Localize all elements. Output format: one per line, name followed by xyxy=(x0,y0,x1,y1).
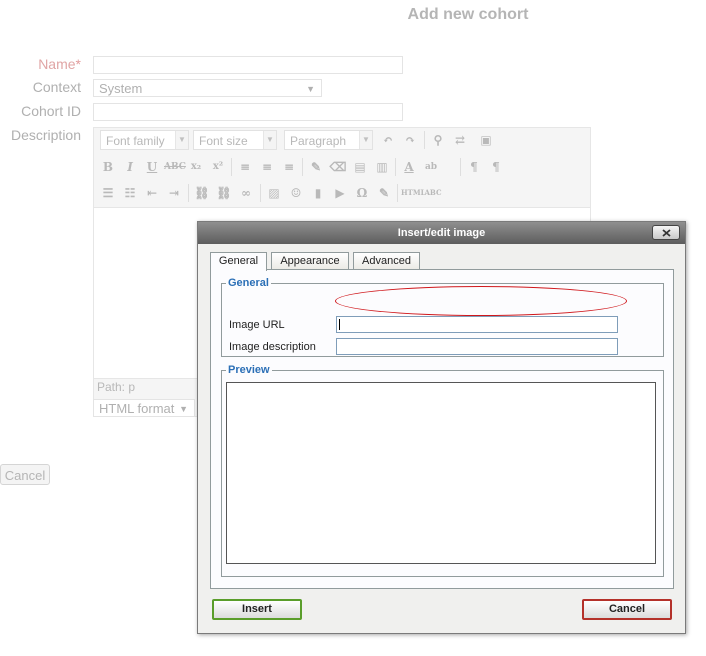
paste-word-icon[interactable]: ▥ xyxy=(372,158,392,176)
nolink-icon[interactable]: ∞ xyxy=(236,184,256,202)
cohort-id-label: Cohort ID xyxy=(21,103,81,119)
required-mark: * xyxy=(75,56,81,72)
dialog-close-button[interactable] xyxy=(652,225,680,240)
image-icon[interactable]: ▨ xyxy=(264,184,284,202)
fullscreen-icon[interactable]: ▣ xyxy=(476,131,496,149)
special-char-icon[interactable]: Ω xyxy=(352,184,372,202)
format-select-value: HTML format xyxy=(99,401,175,416)
chevron-down-icon: ▼ xyxy=(179,404,188,414)
superscript-icon[interactable]: x² xyxy=(208,158,228,176)
editor-toolbar-row-1: Font family ▼ Font size ▼ Paragraph ▼ ↶ ↷ ⚲… xyxy=(94,128,590,152)
replace-icon[interactable]: ⇄ xyxy=(450,131,470,149)
emoticon-icon[interactable]: ☺ xyxy=(286,184,306,202)
image-url-label: Image URL xyxy=(229,319,285,331)
editor-path: Path: p xyxy=(97,380,136,394)
toolbar-divider xyxy=(397,184,398,202)
underline-icon[interactable]: U xyxy=(142,158,162,176)
highlight-ellipse xyxy=(335,286,627,316)
chevron-down-icon: ▼ xyxy=(263,131,276,149)
cohort-id-input[interactable] xyxy=(93,103,403,121)
general-tab-panel: General Image URL Image description Prev… xyxy=(210,269,674,589)
chevron-down-icon: ▼ xyxy=(175,131,188,149)
image-url-input[interactable] xyxy=(336,316,618,333)
align-left-icon[interactable]: ≡ xyxy=(235,158,255,176)
indent-icon[interactable]: ⇥ xyxy=(164,184,184,202)
chevron-down-icon: ▼ xyxy=(306,84,315,94)
editor-toolbar-row-3: ☰ ☷ ⇤ ⇥ ⛓ ⛓ ∞ ▨ ☺ ▮ ▶ Ω ✎ HTML ABC xyxy=(94,181,590,205)
close-icon xyxy=(662,229,671,237)
toolbar-divider xyxy=(424,131,425,149)
toolbar-divider xyxy=(302,158,303,176)
paragraph-dropdown[interactable]: Paragraph ▼ xyxy=(284,130,373,150)
name-input[interactable] xyxy=(93,56,403,74)
text-cursor xyxy=(339,319,340,330)
font-family-label: Font family xyxy=(106,134,165,148)
paste-text-icon[interactable]: ▤ xyxy=(350,158,370,176)
text-color-icon[interactable]: A xyxy=(399,158,419,176)
eraser-icon[interactable]: ⌫ xyxy=(328,158,348,176)
editor-toolbar-row-2: B I U ABC x₂ x² ≡ ≡ ≡ ✎ ⌫ ▤ ▥ A ab ¶ ¶ xyxy=(94,155,590,179)
align-center-icon[interactable]: ≡ xyxy=(257,158,277,176)
image-description-input[interactable] xyxy=(336,338,618,355)
html-source-icon[interactable]: HTML xyxy=(401,184,426,202)
name-label: Name* xyxy=(38,56,81,72)
tab-advanced[interactable]: Advanced xyxy=(353,252,420,269)
description-label: Description xyxy=(10,127,81,143)
tab-general[interactable]: General xyxy=(210,252,267,271)
numbered-list-icon[interactable]: ☷ xyxy=(120,184,140,202)
toolbar-divider xyxy=(395,158,396,176)
align-right-icon[interactable]: ≡ xyxy=(279,158,299,176)
font-size-label: Font size xyxy=(199,134,248,148)
highlight-color-icon[interactable]: ab xyxy=(421,158,441,176)
form-cancel-button[interactable]: Cancel xyxy=(0,464,50,485)
context-select[interactable]: System ▼ xyxy=(93,79,322,97)
rtl-icon[interactable]: ¶ xyxy=(486,158,506,176)
dialog-titlebar[interactable]: Insert/edit image xyxy=(198,222,685,244)
toolbar-divider xyxy=(231,158,232,176)
cancel-button[interactable]: Cancel xyxy=(582,599,672,620)
find-icon[interactable]: ⚲ xyxy=(428,131,448,149)
tab-appearance[interactable]: Appearance xyxy=(271,252,349,269)
insert-button[interactable]: Insert xyxy=(212,599,302,620)
page-title: Add new cohort xyxy=(407,6,529,23)
image-preview xyxy=(226,382,656,564)
subscript-icon[interactable]: x₂ xyxy=(186,158,206,176)
context-select-value: System xyxy=(99,81,143,96)
italic-icon[interactable]: I xyxy=(120,158,140,176)
outdent-icon[interactable]: ⇤ xyxy=(142,184,162,202)
chevron-down-icon: ▼ xyxy=(359,131,372,149)
preview-legend: Preview xyxy=(228,364,270,376)
toolbar-divider xyxy=(460,158,461,176)
ltr-icon[interactable]: ¶ xyxy=(464,158,484,176)
context-label: Context xyxy=(32,79,81,95)
equation-icon[interactable]: ✎ xyxy=(374,184,394,202)
unlink-icon[interactable]: ⛓ xyxy=(214,184,234,202)
moodle-media-icon[interactable]: ▶ xyxy=(330,184,350,202)
toolbar-divider xyxy=(260,184,261,202)
font-family-dropdown[interactable]: Font family ▼ xyxy=(100,130,189,150)
insert-image-dialog: Insert/edit image General Appearance Adv… xyxy=(197,221,686,634)
bold-icon[interactable]: B xyxy=(98,158,118,176)
dialog-title: Insert/edit image xyxy=(397,227,486,239)
paragraph-label: Paragraph xyxy=(290,134,347,148)
toolbar-divider xyxy=(188,184,189,202)
undo-icon[interactable]: ↶ xyxy=(378,131,398,149)
link-icon[interactable]: ⛓ xyxy=(192,184,212,202)
bullet-list-icon[interactable]: ☰ xyxy=(98,184,118,202)
format-select[interactable]: HTML format ▼ xyxy=(93,399,195,417)
spellcheck-icon[interactable]: ABC xyxy=(423,184,443,202)
font-size-dropdown[interactable]: Font size ▼ xyxy=(193,130,277,150)
media-icon[interactable]: ▮ xyxy=(308,184,328,202)
redo-icon[interactable]: ↷ xyxy=(400,131,420,149)
strikethrough-icon[interactable]: ABC xyxy=(164,158,186,176)
image-description-label: Image description xyxy=(229,341,316,353)
general-legend: General xyxy=(228,277,269,289)
clean-format-icon[interactable]: ✎ xyxy=(306,158,326,176)
